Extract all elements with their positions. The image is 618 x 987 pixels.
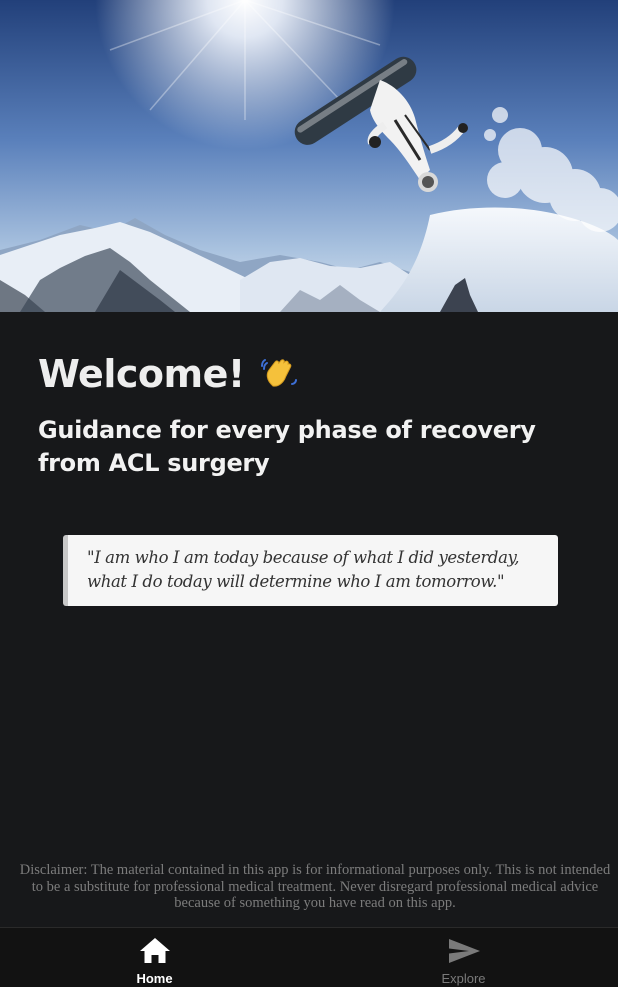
send-icon xyxy=(447,936,481,966)
disclaimer: Disclaimer: The material contained in th… xyxy=(0,862,618,912)
disclaimer-line: Disclaimer: The material contained in th… xyxy=(19,862,611,878)
tab-explore[interactable]: Explore xyxy=(309,928,618,987)
waving-hand-icon xyxy=(259,354,299,394)
bottom-tab-bar: Home Explore xyxy=(0,927,618,987)
quote-text: "I am who I am today because of what I d… xyxy=(87,548,520,591)
snowboarder-photo xyxy=(0,0,618,312)
page-title: Welcome! xyxy=(38,352,245,396)
tab-home[interactable]: Home xyxy=(0,928,309,987)
tab-home-label: Home xyxy=(136,971,173,986)
tab-explore-label: Explore xyxy=(441,971,486,986)
home-icon xyxy=(138,936,172,966)
disclaimer-line: to be a substitute for professional medi… xyxy=(31,878,599,895)
hero-image xyxy=(0,0,618,312)
main-content: Welcome! Guidance for every phase of rec… xyxy=(0,312,618,927)
quote-card: "I am who I am today because of what I d… xyxy=(63,535,558,606)
welcome-heading: Welcome! xyxy=(38,350,299,398)
subtitle: Guidance for every phase of recovery fro… xyxy=(38,416,536,477)
disclaimer-line: because of something you have read on th… xyxy=(174,895,456,912)
